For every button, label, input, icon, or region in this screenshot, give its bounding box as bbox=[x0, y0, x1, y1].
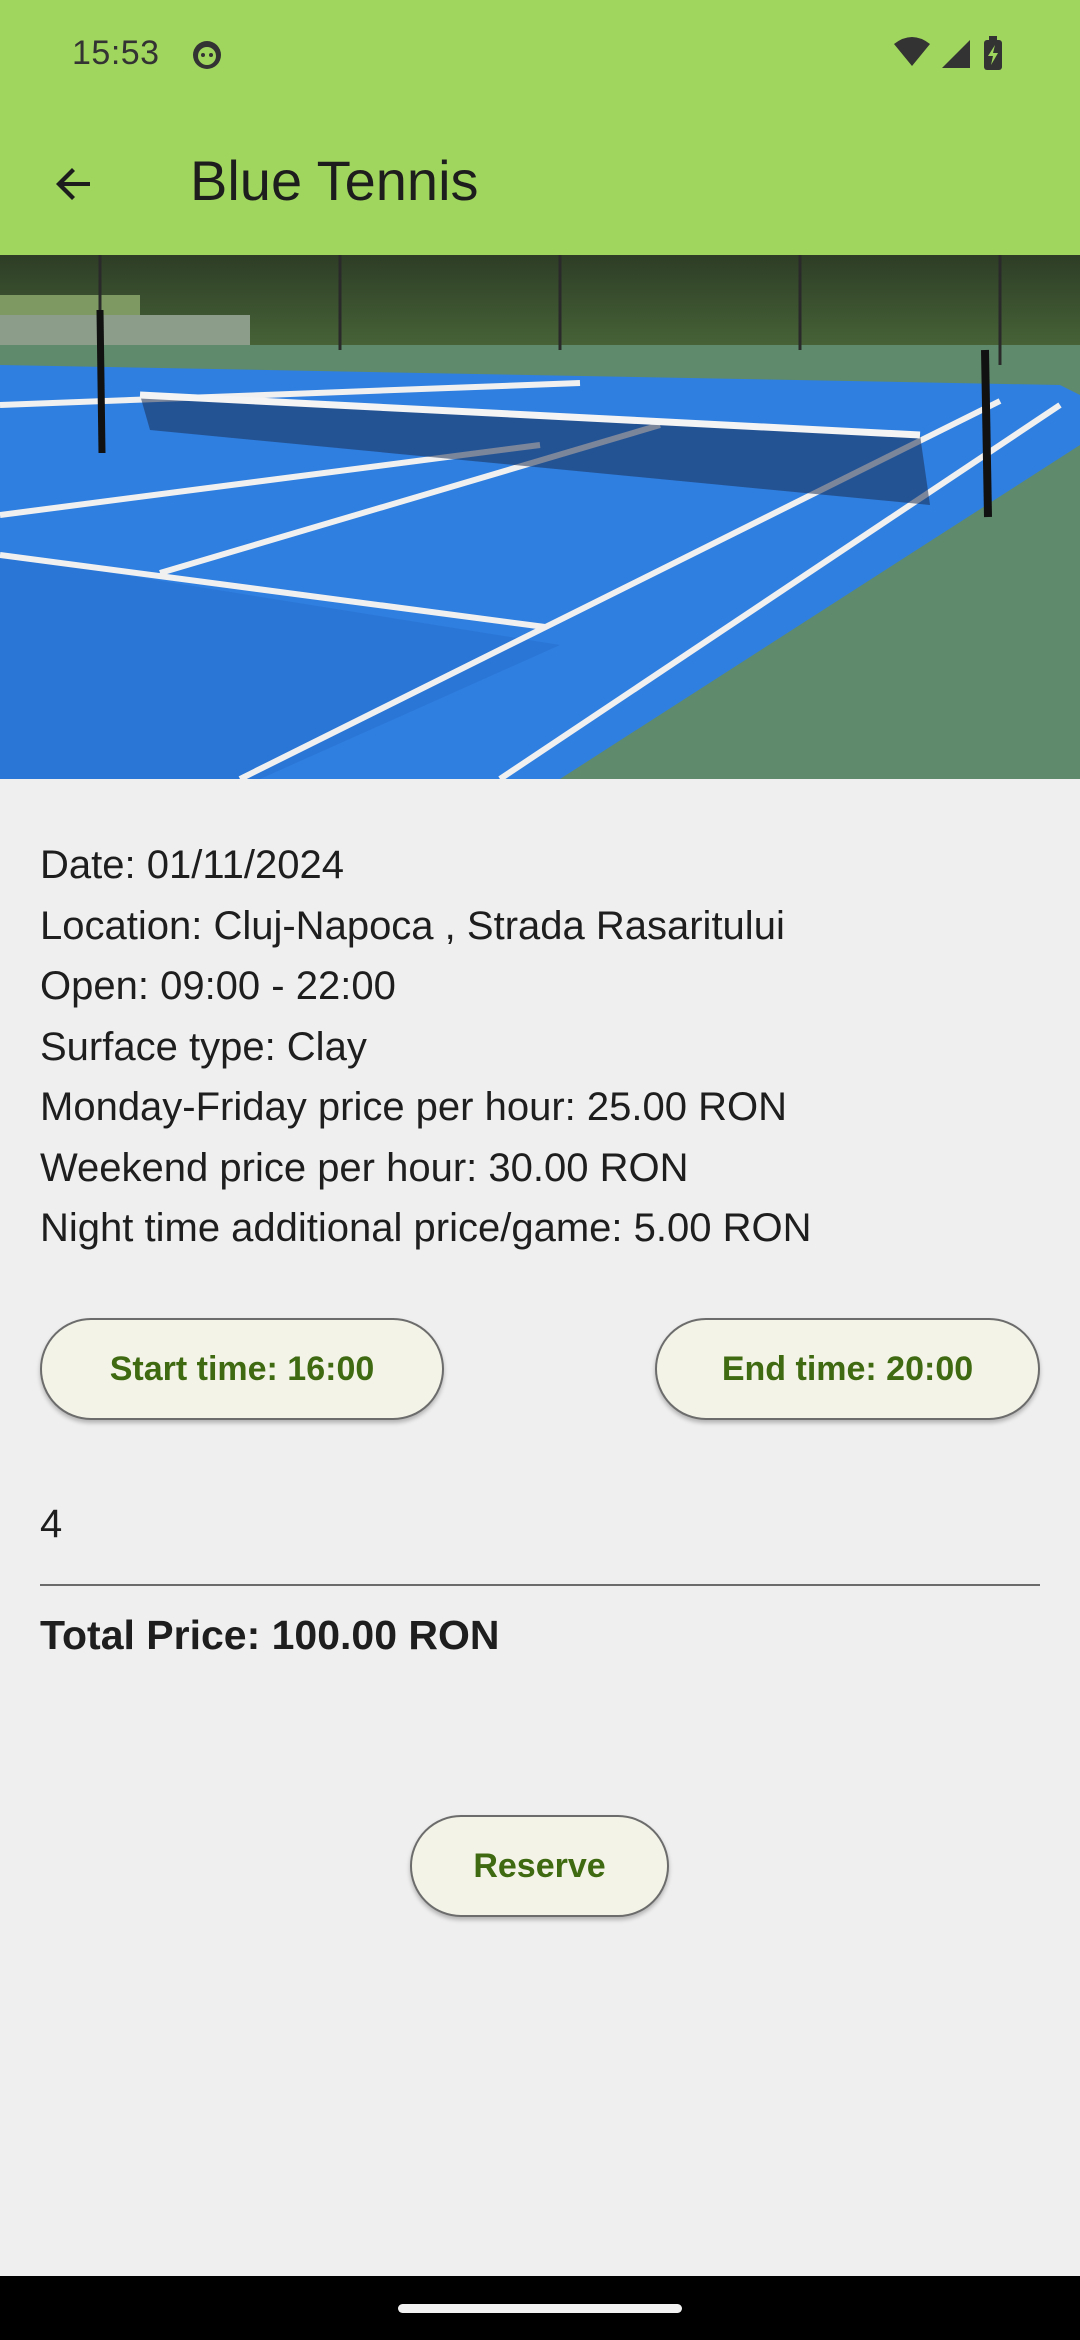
location-text: Location: Cluj-Napoca , Strada Rasaritul… bbox=[40, 903, 785, 948]
arrow-left-icon bbox=[56, 168, 90, 200]
reserve-button[interactable]: Reserve bbox=[410, 1815, 669, 1917]
status-icons bbox=[894, 36, 1002, 70]
face-icon bbox=[193, 41, 221, 69]
hours-value: 4 bbox=[40, 1502, 63, 1546]
weekend-price-text: Weekend price per hour: 30.00 RON bbox=[40, 1145, 689, 1190]
app-bar: Blue Tennis bbox=[0, 108, 1080, 255]
date-text: Date: 01/11/2024 bbox=[40, 843, 344, 887]
wifi-icon bbox=[894, 37, 930, 66]
status-time: 15:53 bbox=[72, 34, 160, 72]
page-title: Blue Tennis bbox=[190, 149, 479, 212]
night-price-text: Night time additional price/game: 5.00 R… bbox=[40, 1206, 812, 1250]
battery-charging-icon bbox=[984, 36, 1002, 70]
total-price-text: Total Price: 100.00 RON bbox=[40, 1612, 500, 1658]
home-handle[interactable] bbox=[398, 2304, 682, 2313]
start-time-button[interactable]: Start time: 16:00 bbox=[40, 1318, 444, 1420]
open-hours-text: Open: 09:00 - 22:00 bbox=[40, 964, 396, 1008]
screen: 15:53 Blue Tennis Date: 01/11/2024 Locat… bbox=[0, 0, 1080, 2340]
navigation-bar bbox=[0, 2276, 1080, 2340]
court-image bbox=[0, 255, 1080, 779]
status-bar: 15:53 bbox=[0, 0, 1080, 108]
back-button[interactable] bbox=[36, 146, 112, 222]
surface-text: Surface type: Clay bbox=[40, 1024, 367, 1069]
end-time-button[interactable]: End time: 20:00 bbox=[655, 1318, 1040, 1420]
court-details: Date: 01/11/2024 Location: Cluj-Napoca ,… bbox=[40, 835, 1040, 1259]
signal-icon bbox=[942, 40, 970, 68]
weekday-price-text: Monday-Friday price per hour: 25.00 RON bbox=[40, 1085, 787, 1129]
hours-input[interactable]: 4 bbox=[40, 1480, 1040, 1586]
